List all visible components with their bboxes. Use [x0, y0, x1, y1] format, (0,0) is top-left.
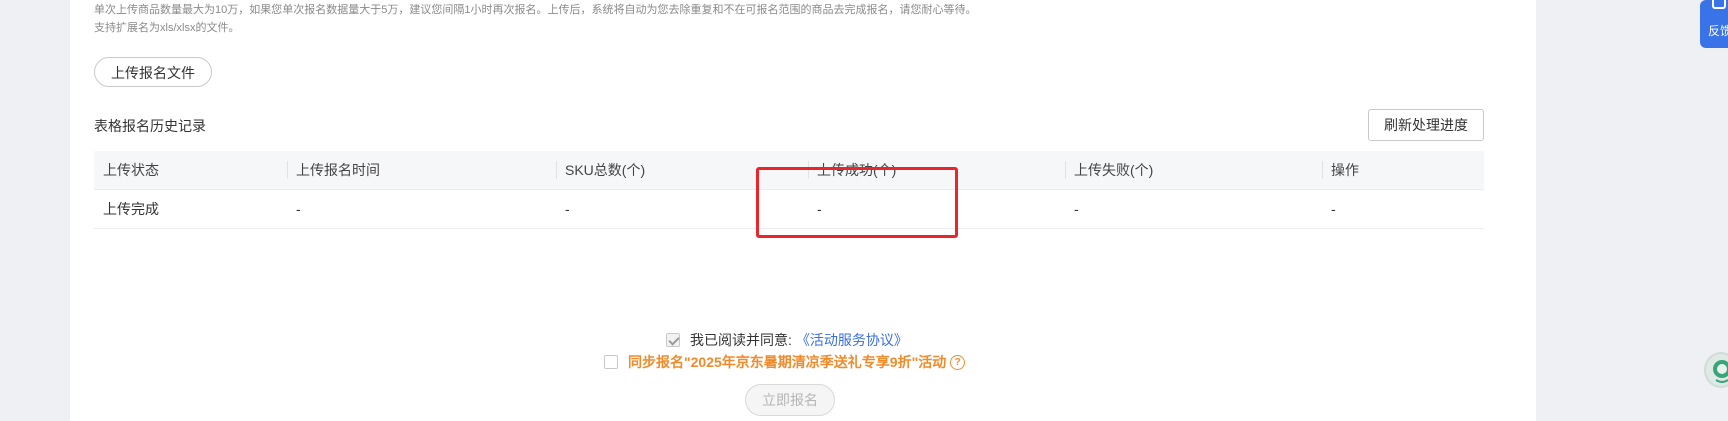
sync-signup-checkbox[interactable] [604, 355, 618, 369]
column-header-status: 上传状态 [103, 162, 159, 178]
upload-notice-line1: 单次上传商品数量最大为10万，如果您单次报名数据量大于5万，建议您间隔1小时再次… [94, 4, 977, 16]
assistant-icon [1713, 360, 1728, 383]
submit-signup-button[interactable]: 立即报名 [745, 384, 835, 416]
agreement-row: 我已阅读并同意: 《活动服务协议》 [666, 330, 908, 350]
upload-notice-line2: 支持扩展名为xls/xlsx的文件。 [94, 22, 240, 34]
feedback-tab[interactable]: 反馈 [1700, 0, 1728, 48]
cell-action[interactable]: - [1322, 190, 1484, 228]
annotation-highlight-box [756, 167, 958, 238]
feedback-icon [1712, 0, 1726, 9]
cell-status: 上传完成 [103, 201, 159, 217]
service-agreement-link[interactable]: 《活动服务协议》 [796, 330, 908, 350]
assistant-avatar[interactable] [1704, 352, 1728, 388]
cell-time: - [296, 201, 301, 217]
question-circle-icon[interactable]: ? [950, 354, 966, 370]
sync-signup-text: 同步报名"2025年京东暑期清凉季送礼专享9折"活动 [628, 354, 947, 370]
feedback-label: 反馈 [1708, 24, 1728, 38]
sync-signup-row: 同步报名"2025年京东暑期清凉季送礼专享9折"活动 ? [604, 352, 966, 372]
agreement-checkbox[interactable] [666, 333, 680, 347]
column-header-time: 上传报名时间 [287, 151, 556, 189]
column-header-action: 操作 [1322, 151, 1484, 189]
refresh-progress-button[interactable]: 刷新处理进度 [1368, 109, 1484, 141]
cell-failed: - [1074, 201, 1079, 217]
history-title: 表格报名历史记录 [94, 118, 206, 134]
column-header-failed: 上传失败(个) [1065, 151, 1322, 189]
upload-file-button[interactable]: 上传报名文件 [94, 57, 212, 87]
agreement-text: 我已阅读并同意: [690, 332, 792, 348]
